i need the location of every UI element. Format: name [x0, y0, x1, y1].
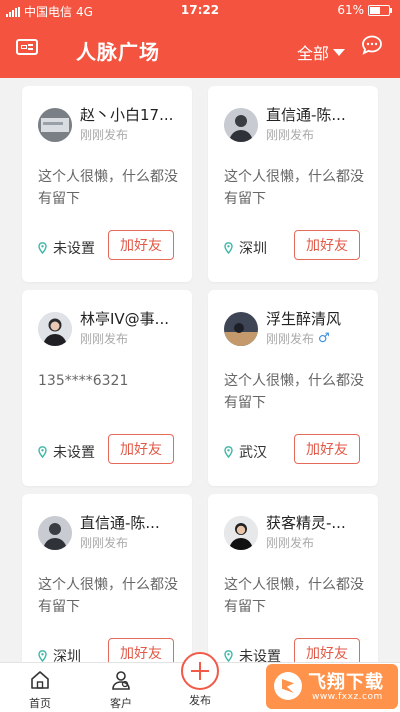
- contact-card[interactable]: 浮生醉清风 刚刚发布 ♂ 这个人很懒，什么都没有留下 武汉 加好友: [208, 290, 378, 486]
- filter-dropdown[interactable]: 全部: [297, 40, 346, 64]
- contact-bio: 这个人很懒，什么都没有留下: [38, 169, 178, 207]
- post-time: 刚刚发布: [266, 332, 315, 346]
- location-pin-icon: [224, 446, 233, 458]
- watermark-icon: [274, 672, 302, 700]
- contact-card[interactable]: 直信通-陈... 刚刚发布 这个人很懒，什么都没有留下 深圳 加好友: [22, 494, 192, 662]
- contact-name[interactable]: 赵丶小白17...: [80, 104, 184, 125]
- location-pin-icon: [38, 446, 47, 458]
- contact-card[interactable]: 直信通-陈... 刚刚发布 这个人很懒，什么都没有留下 深圳 加好友: [208, 86, 378, 282]
- message-icon[interactable]: [361, 35, 383, 55]
- contact-name[interactable]: 直信通-陈...: [266, 104, 370, 125]
- tab-customers-label: 客户: [110, 697, 132, 710]
- page-title: 人脉广场: [76, 40, 160, 64]
- contact-card[interactable]: 林亭IV@事... 刚刚发布 135****6321 未设置 加好友: [22, 290, 192, 486]
- caret-down-icon: [333, 48, 346, 56]
- avatar[interactable]: [38, 516, 72, 550]
- status-bar: 中国电信 4G 17:22 61%: [0, 0, 400, 20]
- contact-name[interactable]: 直信通-陈...: [80, 512, 184, 533]
- contact-name[interactable]: 浮生醉清风: [266, 308, 370, 329]
- avatar[interactable]: [38, 108, 72, 142]
- add-friend-button[interactable]: 加好友: [294, 434, 360, 464]
- contact-card[interactable]: 获客精灵-... 刚刚发布 这个人很懒，什么都没有留下 未设置 加好友: [208, 494, 378, 662]
- contact-name[interactable]: 林亭IV@事...: [80, 308, 184, 329]
- avatar[interactable]: [224, 108, 258, 142]
- contact-bio: 这个人很懒，什么都没有留下: [38, 577, 178, 615]
- post-time: 刚刚发布: [80, 536, 129, 550]
- add-friend-button[interactable]: 加好友: [108, 434, 174, 464]
- location-pin-icon: [38, 650, 47, 662]
- watermark-logo: 飞翔下载 www.fxxz.com: [266, 664, 398, 709]
- location-pin-icon: [224, 242, 233, 254]
- customer-icon: [112, 671, 130, 690]
- contact-bio: 这个人很懒，什么都没有留下: [224, 577, 364, 615]
- tab-home-label: 首页: [29, 697, 51, 710]
- contact-bio: 这个人很懒，什么都没有留下: [224, 373, 364, 411]
- post-time: 刚刚发布: [266, 128, 315, 142]
- tab-home[interactable]: 首页: [15, 669, 65, 711]
- contact-name[interactable]: 获客精灵-...: [266, 512, 370, 533]
- home-icon: [31, 671, 49, 689]
- contact-card[interactable]: 赵丶小白17... 刚刚发布 这个人很懒，什么都没有留下 未设置 加好友: [22, 86, 192, 282]
- location-label: 未设置: [53, 241, 95, 257]
- location-label: 深圳: [53, 649, 81, 662]
- add-friend-button[interactable]: 加好友: [294, 638, 360, 662]
- publish-plus-button[interactable]: [181, 652, 219, 690]
- add-friend-button[interactable]: 加好友: [108, 638, 174, 662]
- business-card-icon[interactable]: [16, 39, 38, 55]
- app-header: 人脉广场 全部: [0, 20, 400, 78]
- location-label: 未设置: [239, 649, 281, 662]
- location-pin-icon: [224, 650, 233, 662]
- location-label: 未设置: [53, 445, 95, 461]
- contact-bio: 135****6321: [38, 373, 129, 389]
- male-icon: ♂: [318, 331, 330, 346]
- watermark-title: 飞翔下载: [308, 672, 384, 693]
- location-label: 武汉: [239, 445, 267, 461]
- add-friend-button[interactable]: 加好友: [294, 230, 360, 260]
- avatar[interactable]: [38, 312, 72, 346]
- tab-customers[interactable]: 客户: [96, 669, 146, 711]
- contact-bio: 这个人很懒，什么都没有留下: [224, 169, 364, 207]
- post-time: 刚刚发布: [266, 536, 315, 550]
- location-label: 深圳: [239, 241, 267, 257]
- contact-feed[interactable]: 赵丶小白17... 刚刚发布 这个人很懒，什么都没有留下 未设置 加好友 直信通…: [0, 78, 400, 662]
- post-time: 刚刚发布: [80, 332, 129, 346]
- filter-label: 全部: [297, 44, 330, 63]
- avatar[interactable]: [224, 312, 258, 346]
- battery-icon: [368, 4, 392, 16]
- post-time: 刚刚发布: [80, 128, 129, 142]
- battery-percent: 61%: [337, 3, 364, 17]
- tab-publish-label: 发布: [189, 694, 211, 707]
- avatar[interactable]: [224, 516, 258, 550]
- watermark-url: www.fxxz.com: [312, 692, 383, 702]
- add-friend-button[interactable]: 加好友: [108, 230, 174, 260]
- location-pin-icon: [38, 242, 47, 254]
